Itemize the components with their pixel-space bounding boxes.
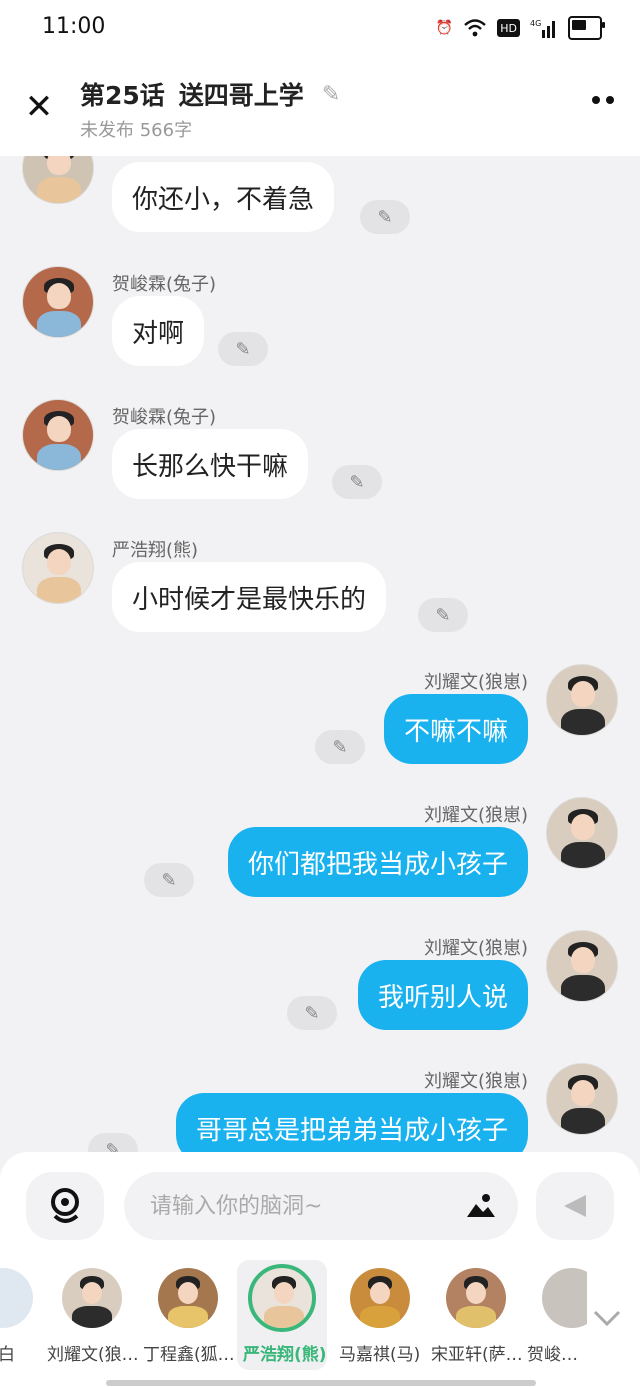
svg-text:4G: 4G	[530, 19, 541, 28]
edit-message-button[interactable]: ✎	[360, 200, 410, 234]
character-label: 贺峻…	[527, 1345, 578, 1365]
message-bubble[interactable]: 我听别人说	[357, 960, 528, 1030]
message-bubble[interactable]: 你还小，不着急	[112, 162, 335, 232]
character-item[interactable]: 刘耀文(狼…	[47, 1260, 139, 1370]
sender-name: 严浩翔(熊)	[112, 540, 199, 561]
edit-title-icon[interactable]: ✎	[322, 82, 340, 107]
avatar[interactable]	[22, 156, 94, 204]
message-input-box[interactable]	[124, 1172, 518, 1240]
message-bubble[interactable]: 小时候才是最快乐的	[112, 562, 387, 632]
avatar[interactable]	[22, 399, 94, 471]
edit-message-button[interactable]: ✎	[332, 465, 382, 499]
character-selector[interactable]: 白 刘耀文(狼… 丁程鑫(狐… 严浩翔(熊) 马嘉祺(马) 宋亚轩(萨… 贺峻…	[0, 1260, 640, 1370]
character-label: 严浩翔(熊)	[243, 1345, 327, 1365]
close-button[interactable]: ✕	[20, 87, 58, 127]
composer-panel: 白 刘耀文(狼… 丁程鑫(狐… 严浩翔(熊) 马嘉祺(马) 宋亚轩(萨… 贺峻…	[0, 1152, 640, 1387]
character-item[interactable]: 宋亚轩(萨…	[431, 1260, 523, 1370]
send-button[interactable]	[536, 1172, 614, 1240]
avatar	[0, 1268, 33, 1328]
edit-message-button[interactable]: ✎	[418, 598, 468, 632]
title-row: 第25话 送四哥上学 ✎	[80, 76, 340, 112]
publish-status: 未发布 566字	[80, 120, 193, 141]
battery-icon	[568, 16, 605, 40]
avatar[interactable]	[546, 797, 618, 869]
more-options-button[interactable]	[592, 96, 614, 104]
voice-icon	[51, 1188, 79, 1223]
character-item[interactable]: 马嘉祺(马)	[335, 1260, 425, 1370]
character-label: 马嘉祺(马)	[339, 1345, 421, 1365]
episode-title: 送四哥上学	[178, 81, 304, 110]
character-item[interactable]: 贺峻…	[527, 1260, 587, 1370]
sender-name: 刘耀文(狼崽)	[423, 805, 528, 826]
status-time: 11:00	[42, 14, 106, 39]
edit-message-button[interactable]: ✎	[287, 996, 337, 1030]
message-bubble[interactable]: 对啊	[112, 296, 205, 366]
character-label: 宋亚轩(萨…	[431, 1345, 523, 1365]
character-item[interactable]: 白	[0, 1260, 48, 1370]
character-item[interactable]: 丁程鑫(狐…	[143, 1260, 235, 1370]
chevron-down-icon[interactable]	[592, 1302, 622, 1332]
message-input[interactable]	[150, 1172, 450, 1240]
character-label: 丁程鑫(狐…	[143, 1345, 235, 1365]
home-indicator	[106, 1380, 536, 1386]
message-bubble[interactable]: 你们都把我当成小孩子	[227, 827, 528, 897]
status-bar: 11:00 ⏰ HD 4G	[0, 0, 640, 56]
avatar	[158, 1268, 218, 1328]
avatar	[62, 1268, 122, 1328]
avatar[interactable]	[546, 664, 618, 736]
avatar[interactable]	[22, 532, 94, 604]
chat-area[interactable]: 你还小，不着急 ✎ 贺峻霖(兔子) 对啊 ✎ 贺峻霖(兔子) 长那么快干嘛 ✎ …	[0, 156, 640, 1156]
avatar	[446, 1268, 506, 1328]
avatar[interactable]	[546, 1063, 618, 1135]
sender-name: 刘耀文(狼崽)	[423, 1071, 528, 1092]
signal-icon: 4G	[530, 16, 558, 40]
message-bubble[interactable]: 哥哥总是把弟弟当成小孩子	[175, 1093, 528, 1156]
edit-message-button[interactable]: ✎	[218, 332, 268, 366]
alarm-icon: ⏰	[435, 20, 454, 36]
wifi-icon	[463, 16, 487, 40]
character-item-selected[interactable]: 严浩翔(熊)	[237, 1260, 327, 1370]
send-icon	[564, 1195, 586, 1217]
sender-name: 贺峻霖(兔子)	[112, 274, 217, 295]
avatar[interactable]	[546, 930, 618, 1002]
avatar	[350, 1268, 410, 1328]
sender-name: 贺峻霖(兔子)	[112, 407, 217, 428]
message-bubble[interactable]: 长那么快干嘛	[112, 429, 309, 499]
character-label: 刘耀文(狼…	[47, 1345, 139, 1365]
sender-name: 刘耀文(狼崽)	[423, 938, 528, 959]
avatar	[542, 1268, 587, 1328]
edit-message-button[interactable]: ✎	[315, 730, 365, 764]
image-icon[interactable]	[466, 1192, 496, 1218]
status-icons: ⏰ HD 4G	[435, 16, 605, 40]
sender-name: 刘耀文(狼崽)	[423, 672, 528, 693]
voice-button[interactable]	[26, 1172, 104, 1240]
message-bubble[interactable]: 不嘛不嘛	[383, 694, 528, 764]
avatar[interactable]	[22, 266, 94, 338]
episode-number: 第25话	[80, 81, 165, 110]
story-header: ✕ 第25话 送四哥上学 ✎ 未发布 566字	[0, 56, 640, 156]
avatar	[248, 1264, 316, 1332]
hd-badge: HD	[497, 19, 520, 37]
edit-message-button[interactable]: ✎	[144, 863, 194, 897]
